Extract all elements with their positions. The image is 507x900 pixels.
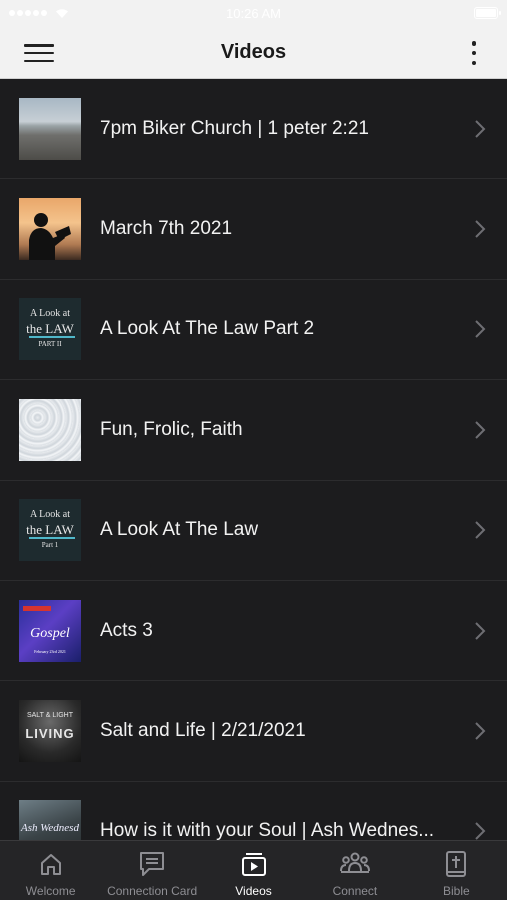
video-row[interactable]: March 7th 2021 — [0, 179, 507, 280]
video-row[interactable]: SALT & LIGHT LIVING Salt and Life | 2/21… — [0, 681, 507, 782]
video-row[interactable]: A Look at the LAW PART II A Look At The … — [0, 279, 507, 381]
nav-bar: Videos — [0, 26, 507, 79]
thumbnail-text: the LAW — [26, 522, 74, 538]
chevron-right-icon — [475, 220, 486, 238]
tab-bible[interactable]: Bible — [406, 841, 507, 900]
thumbnail-text: February 23rd 2021 — [34, 648, 66, 654]
tab-label: Bible — [442, 884, 470, 898]
video-title: March 7th 2021 — [100, 218, 233, 240]
video-title: Salt and Life | 2/21/2021 — [100, 720, 306, 742]
chevron-right-icon — [475, 822, 486, 840]
video-row[interactable]: 7pm Biker Church | 1 peter 2:21 — [0, 79, 507, 180]
thumbnail-text: SALT & LIGHT — [26, 712, 74, 720]
bible-icon — [446, 851, 467, 877]
video-title: A Look At The Law — [100, 519, 259, 541]
thumbnail-text: LIVING — [25, 726, 75, 742]
chevron-right-icon — [475, 320, 486, 339]
tab-videos[interactable]: Videos — [203, 841, 304, 900]
thumbnail-text: Gospel — [30, 625, 70, 641]
video-title: 7pm Biker Church | 1 peter 2:21 — [100, 117, 369, 139]
tab-welcome[interactable]: Welcome — [0, 841, 101, 900]
video-title: Acts 3 — [100, 619, 153, 641]
home-icon — [40, 854, 61, 875]
video-list: 7pm Biker Church | 1 peter 2:21 March 7t… — [0, 79, 507, 840]
video-thumbnail — [19, 398, 81, 461]
thumbnail-text: PART II — [38, 340, 62, 349]
thumbnail-text: Ash Wednesd — [21, 822, 79, 835]
tab-label: Videos — [235, 884, 272, 898]
tab-label: Connection Card — [107, 884, 198, 898]
video-icon — [241, 853, 266, 876]
video-title: How is it with your Soul | Ash Wednes... — [100, 820, 435, 840]
video-thumbnail: Ash Wednesd — [19, 800, 81, 840]
video-title: Fun, Frolic, Faith — [100, 418, 243, 440]
tab-label: Connect — [332, 884, 378, 898]
video-thumbnail: A Look at the LAW PART II — [19, 298, 81, 361]
more-options-button[interactable] — [469, 39, 479, 67]
chevron-right-icon — [475, 119, 486, 138]
chevron-right-icon — [475, 421, 486, 439]
tab-connect[interactable]: Connect — [304, 841, 405, 900]
video-thumbnail — [19, 97, 81, 160]
chevron-right-icon — [475, 722, 486, 740]
page-title: Videos — [220, 40, 287, 63]
video-row[interactable]: Gospel February 23rd 2021 Acts 3 — [0, 580, 507, 682]
chevron-right-icon — [475, 521, 486, 539]
tab-bar: Welcome Connection Card Videos Connect B… — [0, 840, 507, 900]
thumbnail-text: Part 1 — [41, 541, 59, 550]
video-row[interactable]: Ash Wednesd How is it with your Soul | A… — [0, 781, 507, 840]
video-thumbnail: SALT & LIGHT LIVING — [19, 700, 81, 763]
video-thumbnail: Gospel February 23rd 2021 — [19, 599, 81, 662]
video-thumbnail: A Look at the LAW Part 1 — [19, 499, 81, 562]
thumbnail-text: A Look at — [30, 509, 70, 521]
tab-label: Welcome — [25, 884, 76, 898]
status-bar: 10:26 AM — [0, 0, 507, 26]
video-title: A Look At The Law Part 2 — [100, 318, 315, 340]
thumbnail-text: the LAW — [26, 321, 74, 337]
video-thumbnail — [19, 198, 81, 261]
tab-connection-card[interactable]: Connection Card — [101, 841, 202, 900]
message-icon — [140, 852, 165, 876]
menu-button[interactable] — [24, 41, 54, 65]
group-icon — [339, 852, 370, 873]
battery-icon — [474, 7, 501, 19]
video-row[interactable]: Fun, Frolic, Faith — [0, 380, 507, 481]
video-row[interactable]: A Look at the LAW Part 1 A Look At The L… — [0, 480, 507, 581]
reading-silhouette-icon — [29, 213, 71, 261]
thumbnail-text: A Look at — [30, 308, 70, 320]
status-time: 10:26 AM — [226, 6, 281, 21]
chevron-right-icon — [475, 621, 486, 640]
